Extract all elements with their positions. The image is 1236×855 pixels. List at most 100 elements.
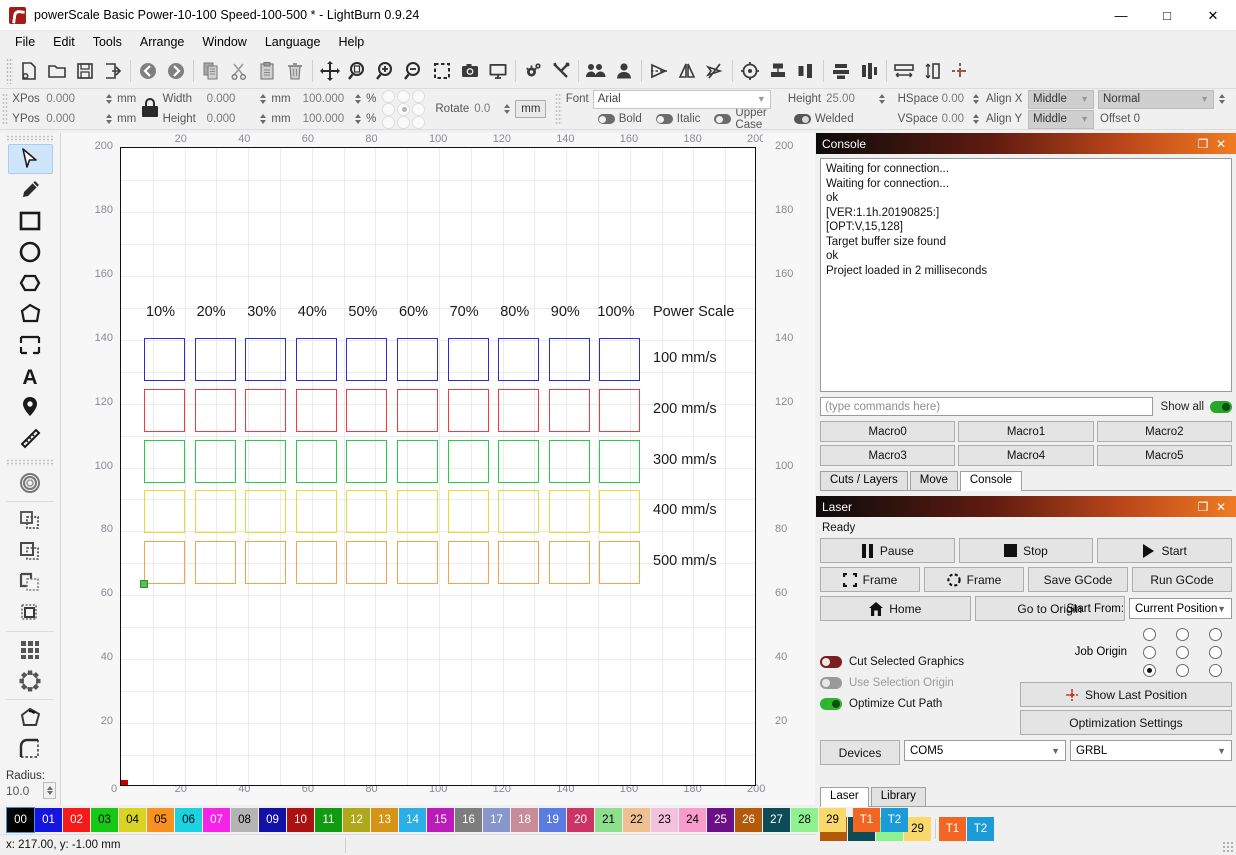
anchor-tc[interactable]: [397, 89, 411, 103]
boolean-weld-tool[interactable]: [8, 598, 53, 628]
test-cell[interactable]: [548, 541, 590, 585]
select-tool[interactable]: [7, 144, 53, 174]
preview-icon[interactable]: [484, 57, 512, 85]
test-cell[interactable]: [194, 490, 236, 534]
device-settings-icon[interactable]: [519, 57, 547, 85]
menu-window[interactable]: Window: [193, 33, 255, 51]
lock-aspect-icon[interactable]: [142, 98, 159, 120]
test-cell[interactable]: [346, 338, 388, 381]
open-folder-icon[interactable]: [43, 57, 71, 85]
console-output[interactable]: Waiting for connection... Waiting for con…: [820, 158, 1232, 392]
radius-stepper[interactable]: [43, 782, 57, 799]
text-properties-grip[interactable]: [555, 93, 562, 125]
layer-swatch-23[interactable]: 23: [651, 808, 678, 832]
run-gcode-button[interactable]: Run GCode: [1132, 567, 1232, 592]
spacing-v-icon[interactable]: [918, 57, 946, 85]
tab-library[interactable]: Library: [870, 787, 926, 806]
test-cell[interactable]: [498, 439, 540, 483]
test-cell[interactable]: [397, 388, 438, 432]
tab-console[interactable]: Console: [959, 471, 1023, 491]
bold-toggle[interactable]: Bold: [597, 113, 642, 125]
spacing-h-icon[interactable]: [890, 57, 918, 85]
edit-nodes-tool[interactable]: [8, 703, 53, 733]
layer-swatch-27[interactable]: 27: [763, 808, 790, 832]
layer-swatch-05[interactable]: 05: [147, 808, 174, 832]
test-cell[interactable]: [599, 541, 641, 585]
job-origin-br[interactable]: [1209, 663, 1222, 677]
text-style-select[interactable]: Normal ▼: [1098, 89, 1214, 109]
test-cell[interactable]: [144, 439, 185, 483]
layer-swatch-29[interactable]: 29: [819, 808, 846, 832]
layer-swatch-01[interactable]: 01: [35, 808, 62, 832]
italic-toggle[interactable]: Italic: [655, 113, 700, 125]
test-cell[interactable]: [599, 490, 641, 534]
draw-pen-tool[interactable]: [8, 175, 53, 205]
measure-tool[interactable]: [8, 423, 53, 453]
layer-swatch-17[interactable]: 17: [483, 808, 510, 832]
test-cell[interactable]: [548, 439, 590, 483]
boolean-union-tool[interactable]: [8, 505, 53, 535]
welded-toggle[interactable]: Welded: [793, 113, 854, 125]
zoom-out-icon[interactable]: [400, 57, 428, 85]
align-v-icon[interactable]: [792, 57, 820, 85]
test-cell[interactable]: [295, 388, 337, 432]
test-cell[interactable]: [346, 541, 388, 585]
layer-swatch-14[interactable]: 14: [399, 808, 426, 832]
macro1-button[interactable]: Macro1: [958, 421, 1094, 442]
layer-swatch-00[interactable]: 00: [6, 807, 35, 833]
text-height-stepper[interactable]: [877, 92, 887, 107]
bracket-tool[interactable]: [8, 330, 53, 360]
job-origin-selector[interactable]: [1133, 625, 1232, 679]
boolean-intersect-tool[interactable]: [8, 567, 53, 597]
anchor-bc[interactable]: [397, 115, 411, 129]
layer-swatch-25[interactable]: 25: [707, 808, 734, 832]
menu-help[interactable]: Help: [329, 33, 373, 51]
zoom-selection-icon[interactable]: [428, 57, 456, 85]
anchor-mc[interactable]: [397, 102, 411, 116]
test-cell[interactable]: [346, 490, 388, 534]
port-select[interactable]: COM5 ▼: [904, 740, 1066, 761]
layer-swatch-10[interactable]: 10: [287, 808, 314, 832]
dock-layer-swatch-T1[interactable]: T1: [939, 817, 966, 841]
test-cell[interactable]: [397, 439, 438, 483]
test-cell[interactable]: [194, 388, 236, 432]
width-stepper[interactable]: [258, 92, 268, 107]
zoom-fit-icon[interactable]: [344, 57, 372, 85]
anchor-tl[interactable]: [382, 89, 396, 103]
xpos-stepper[interactable]: [104, 92, 114, 107]
vspace-value[interactable]: 0.00: [942, 113, 964, 125]
test-cell[interactable]: [599, 388, 641, 432]
test-cell[interactable]: [548, 338, 590, 381]
test-cell[interactable]: [295, 541, 337, 585]
rectangle-tool[interactable]: [8, 206, 53, 236]
test-cell[interactable]: [548, 490, 590, 534]
delete-icon[interactable]: [281, 57, 309, 85]
hspace-stepper[interactable]: [971, 92, 981, 107]
pause-button[interactable]: Pause: [820, 538, 955, 563]
frame-button[interactable]: Frame: [820, 567, 920, 592]
flip-horizontal-icon[interactable]: [645, 57, 673, 85]
cut-selected-graphics-row[interactable]: Cut Selected Graphics: [820, 651, 1020, 672]
anchor-point-selector[interactable]: [382, 89, 427, 129]
show-last-position-button[interactable]: Show Last Position: [1020, 682, 1232, 707]
test-cell[interactable]: [346, 439, 388, 483]
test-cell[interactable]: [245, 490, 287, 534]
test-cell[interactable]: [498, 388, 540, 432]
console-float-icon[interactable]: ❐: [1194, 137, 1212, 151]
upper-case-toggle[interactable]: Upper Case: [714, 107, 771, 131]
laser-float-icon[interactable]: ❐: [1194, 500, 1212, 514]
console-close-icon[interactable]: ✕: [1212, 137, 1230, 151]
layer-swatch-28[interactable]: 28: [791, 808, 818, 832]
tab-cuts-layers[interactable]: Cuts / Layers: [820, 471, 908, 490]
start-button[interactable]: Start: [1097, 538, 1232, 563]
test-cell[interactable]: [295, 490, 337, 534]
layer-swatch-T1[interactable]: T1: [853, 808, 880, 832]
machine-settings-icon[interactable]: [547, 57, 575, 85]
macro0-button[interactable]: Macro0: [820, 421, 956, 442]
test-cell[interactable]: [144, 388, 185, 432]
test-cell[interactable]: [447, 439, 489, 483]
distribute-h-icon[interactable]: [827, 57, 855, 85]
use-selection-origin-row[interactable]: Use Selection Origin: [820, 672, 1020, 693]
new-file-icon[interactable]: [15, 57, 43, 85]
anchor-ml[interactable]: [382, 102, 396, 116]
